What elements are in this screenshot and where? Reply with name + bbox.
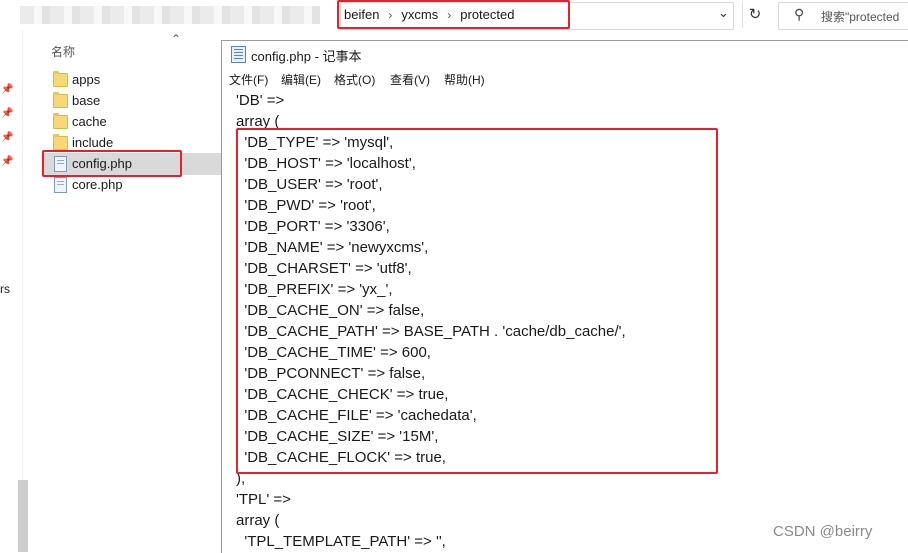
pin-icon[interactable]: 📌 (1, 132, 13, 143)
breadcrumb-highlight-box (337, 0, 570, 29)
code-line: array ( (236, 512, 280, 529)
menu-view[interactable]: 查看(V) (390, 71, 430, 88)
window-title: config.php - 记事本 (251, 49, 362, 64)
menu-help[interactable]: 帮助(H) (444, 71, 485, 88)
folder-icon (53, 113, 68, 129)
list-item-apps[interactable]: apps (52, 70, 212, 90)
code-line: 'DB' => (236, 92, 285, 109)
file-name: include (72, 135, 114, 150)
php-file-icon (54, 177, 67, 193)
db-config-highlight-box (236, 128, 718, 474)
file-highlight-box (42, 150, 182, 177)
file-name: core.php (72, 177, 123, 192)
list-item-base[interactable]: base (52, 91, 212, 111)
menu-format[interactable]: 格式(O) (334, 71, 375, 88)
folder-icon (53, 71, 68, 87)
notepad-icon (231, 46, 246, 63)
search-icon: ⚲ (794, 6, 805, 22)
menu-file[interactable]: 文件(F) (229, 71, 268, 88)
watermark: CSDN @beirry (773, 523, 873, 540)
folder-icon (53, 134, 68, 150)
file-name: base (72, 93, 101, 108)
column-header-name[interactable]: 名称 (51, 43, 75, 60)
blurred-nav-area (20, 6, 320, 24)
file-name: apps (72, 72, 101, 87)
list-item-cache[interactable]: cache (52, 112, 212, 132)
pin-icon[interactable]: 📌 (1, 84, 13, 95)
folder-icon (53, 92, 68, 108)
chevron-up-icon[interactable]: ⌃ (171, 32, 181, 46)
code-line: 'TPL_TEMPLATE_PATH' => '', (236, 533, 446, 550)
nav-item-truncated[interactable]: rs (0, 282, 10, 296)
scrollbar-thumb[interactable] (18, 480, 28, 552)
menu-edit[interactable]: 编辑(E) (281, 71, 321, 88)
search-placeholder: 搜索"protected (821, 10, 900, 24)
file-name: cache (72, 114, 107, 129)
pin-icon[interactable]: 📌 (1, 156, 13, 167)
chevron-down-icon[interactable]: ⌄ (718, 5, 729, 21)
navigation-pane: 📌 📌 📌 📌 rs (0, 30, 23, 552)
code-line: 'TPL' => (236, 491, 291, 508)
pin-icon[interactable]: 📌 (1, 108, 13, 119)
refresh-icon[interactable]: ↻ (742, 2, 767, 28)
list-item-core-php[interactable]: core.php (52, 175, 212, 195)
